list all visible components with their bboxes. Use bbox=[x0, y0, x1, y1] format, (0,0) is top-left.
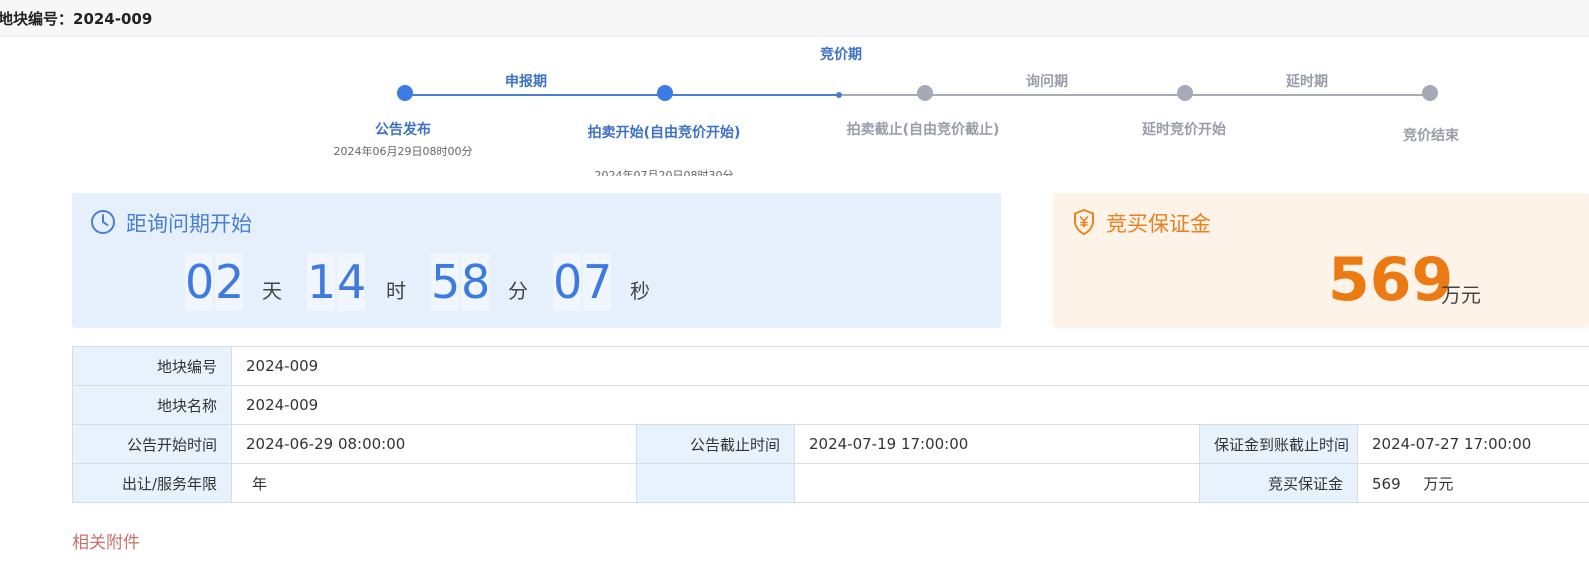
deposit-amount: 569 bbox=[1328, 245, 1454, 315]
node-label-auction-start: 拍卖开始(自由竞价开始) bbox=[587, 125, 741, 141]
countdown-title: 距询问期开始 bbox=[126, 212, 252, 236]
hours-unit: 时 bbox=[386, 279, 406, 303]
shield-yuan-icon bbox=[1074, 209, 1094, 235]
attachments-link[interactable]: 相关附件 bbox=[72, 528, 140, 553]
digit: 1 bbox=[307, 253, 337, 311]
node-label-bidding-end: 竞价结束 bbox=[1403, 128, 1459, 144]
bid-deposit-value: 569 万元 bbox=[1356, 463, 1589, 503]
plot-name-value: 2024-009 bbox=[230, 385, 1589, 425]
phase-inquiry: 询问期 bbox=[1026, 74, 1068, 90]
timeline-node-dot bbox=[657, 85, 673, 101]
countdown-days: 0 2 bbox=[185, 253, 245, 311]
digit: 2 bbox=[215, 253, 245, 311]
term-label: 出让/服务年限 bbox=[72, 463, 232, 503]
plot-number-value: 2024-009 bbox=[230, 346, 1589, 386]
page-title: 地块编号：2024-009 bbox=[0, 10, 153, 28]
countdown-panel: 距询问期开始 0 2 天 1 4 时 5 8 分 0 7 秒 bbox=[72, 193, 1001, 328]
table-row: 地块名称 2024-009 bbox=[72, 385, 1589, 425]
timeline-current-marker bbox=[836, 92, 842, 98]
empty-label bbox=[636, 463, 795, 503]
node-time-auction-start: 2024年07月20日08时30分 bbox=[594, 169, 734, 176]
deposit-deadline-label: 保证金到账截止时间 bbox=[1199, 424, 1358, 464]
phase-extension: 延时期 bbox=[1286, 74, 1328, 90]
plot-info-table: 地块编号 2024-009 地块名称 2024-009 公告开始时间 2024-… bbox=[72, 346, 1589, 503]
deposit-deadline-value: 2024-07-27 17:00:00 bbox=[1356, 424, 1589, 464]
clock-icon bbox=[91, 210, 115, 234]
notice-start-value: 2024-06-29 08:00:00 bbox=[231, 424, 637, 464]
bid-deposit-label: 竞买保证金 bbox=[1199, 463, 1358, 503]
header-bar: 地块编号：2024-009 bbox=[0, 0, 1589, 37]
timeline-node-dot bbox=[397, 85, 413, 101]
days-unit: 天 bbox=[262, 279, 282, 303]
timeline-node-dot bbox=[917, 85, 933, 101]
countdown-minutes: 5 8 bbox=[431, 253, 491, 311]
bid-deposit-amount: 569 bbox=[1372, 474, 1401, 493]
digit: 7 bbox=[583, 253, 613, 311]
node-label-extension-start: 延时竞价开始 bbox=[1142, 122, 1226, 138]
plot-name-label: 地块名称 bbox=[72, 385, 232, 425]
digit: 5 bbox=[431, 253, 461, 311]
progress-timeline: 申报期 竞价期 询问期 延时期 公告发布 2024年06月29日08时00分 拍… bbox=[0, 36, 1589, 176]
bid-deposit-unit: 万元 bbox=[1423, 474, 1454, 493]
digit: 8 bbox=[461, 253, 491, 311]
timeline-node-dot bbox=[1177, 85, 1193, 101]
notice-end-label: 公告截止时间 bbox=[636, 424, 795, 464]
deposit-unit: 万元 bbox=[1441, 283, 1481, 307]
phase-apply: 申报期 bbox=[505, 74, 547, 90]
timeline-line-done bbox=[405, 94, 839, 96]
digit: 4 bbox=[337, 253, 367, 311]
digit: 0 bbox=[553, 253, 583, 311]
countdown-seconds: 0 7 bbox=[553, 253, 613, 311]
table-row: 地块编号 2024-009 bbox=[72, 346, 1589, 386]
countdown-hours: 1 4 bbox=[307, 253, 367, 311]
node-label-notice: 公告发布 bbox=[375, 122, 431, 138]
phase-bidding: 竞价期 bbox=[820, 47, 862, 63]
table-row: 出让/服务年限 年 竞买保证金 569 万元 bbox=[72, 463, 1589, 503]
digit: 0 bbox=[185, 253, 215, 311]
deposit-title: 竞买保证金 bbox=[1106, 212, 1211, 236]
minutes-unit: 分 bbox=[508, 279, 528, 303]
empty-value bbox=[794, 463, 1200, 503]
notice-start-label: 公告开始时间 bbox=[72, 424, 232, 464]
table-row: 公告开始时间 2024-06-29 08:00:00 公告截止时间 2024-0… bbox=[72, 424, 1589, 464]
plot-number-label: 地块编号 bbox=[72, 346, 232, 386]
node-time-notice: 2024年06月29日08时00分 bbox=[333, 145, 473, 158]
term-value: 年 bbox=[231, 463, 637, 503]
node-label-auction-end: 拍卖截止(自由竞价截止) bbox=[846, 122, 1000, 138]
deposit-panel: 竞买保证金 569 万元 bbox=[1053, 193, 1589, 328]
timeline-node-dot bbox=[1422, 85, 1438, 101]
notice-end-value: 2024-07-19 17:00:00 bbox=[794, 424, 1200, 464]
seconds-unit: 秒 bbox=[630, 279, 650, 303]
